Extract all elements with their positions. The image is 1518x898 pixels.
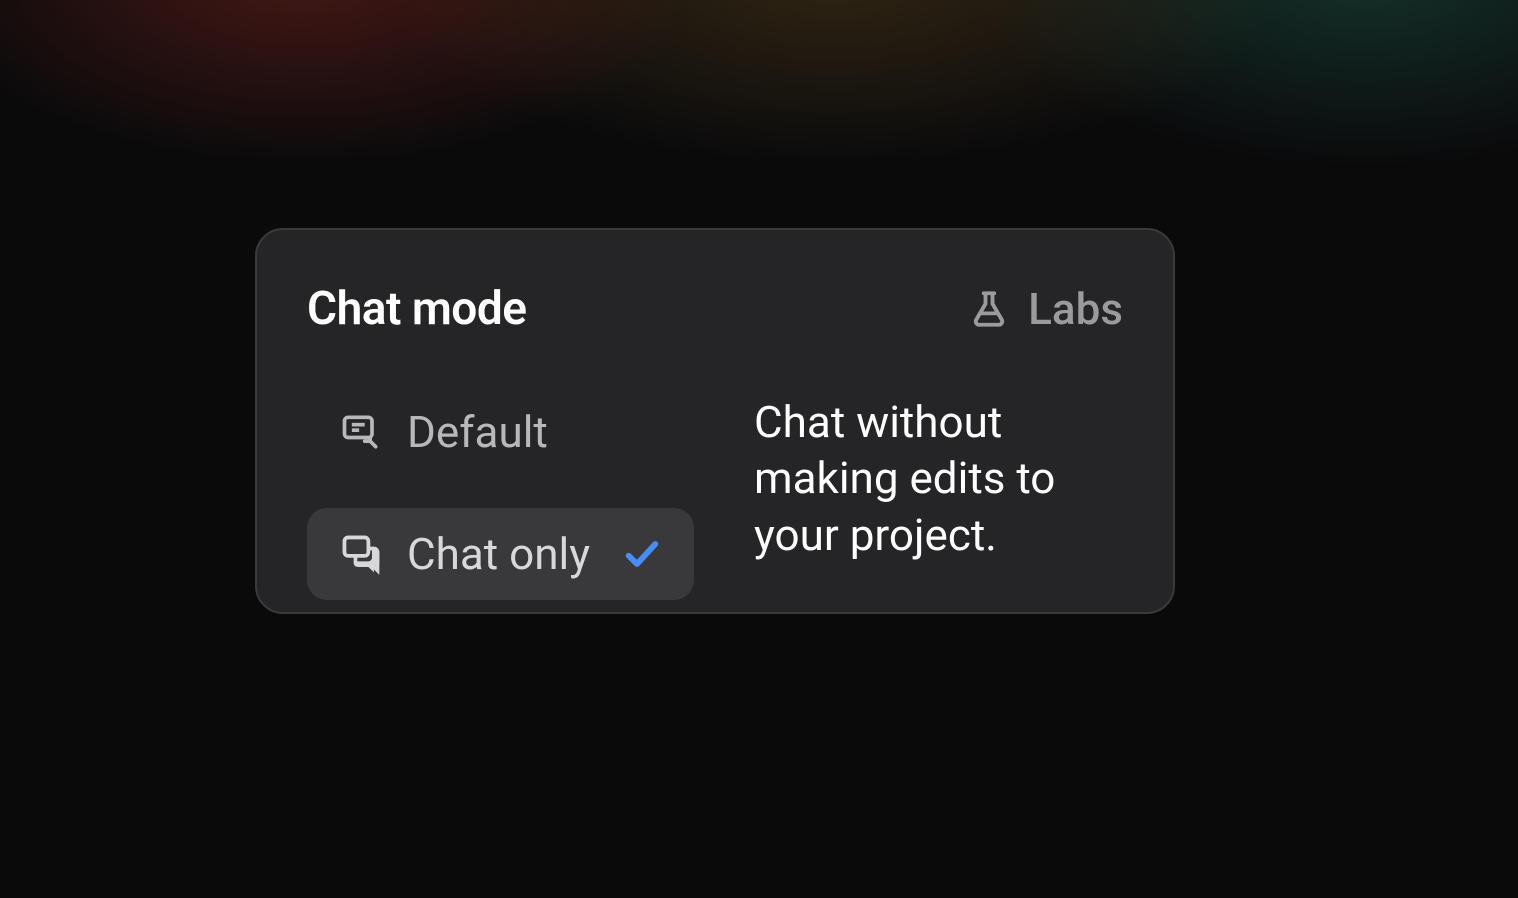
labs-label: Labs bbox=[1028, 283, 1123, 335]
mode-label: Chat only bbox=[407, 528, 590, 580]
panel-header: Chat mode Labs bbox=[307, 282, 1123, 336]
mode-item-chat-only[interactable]: Chat only bbox=[307, 508, 694, 600]
mode-list: Default Chat only bbox=[307, 386, 694, 600]
chat-mode-panel: Chat mode Labs Default bbox=[255, 228, 1175, 614]
mode-description: Chat without making edits to your projec… bbox=[754, 386, 1123, 600]
mode-label: Default bbox=[407, 406, 548, 458]
chat-bubbles-icon bbox=[339, 532, 383, 576]
message-edit-icon bbox=[339, 410, 383, 454]
mode-item-default[interactable]: Default bbox=[307, 386, 694, 478]
panel-title: Chat mode bbox=[307, 282, 526, 336]
panel-body: Default Chat only Chat without making ed… bbox=[307, 386, 1123, 600]
check-icon bbox=[622, 534, 662, 574]
flask-icon bbox=[968, 288, 1010, 330]
labs-badge[interactable]: Labs bbox=[968, 283, 1123, 335]
